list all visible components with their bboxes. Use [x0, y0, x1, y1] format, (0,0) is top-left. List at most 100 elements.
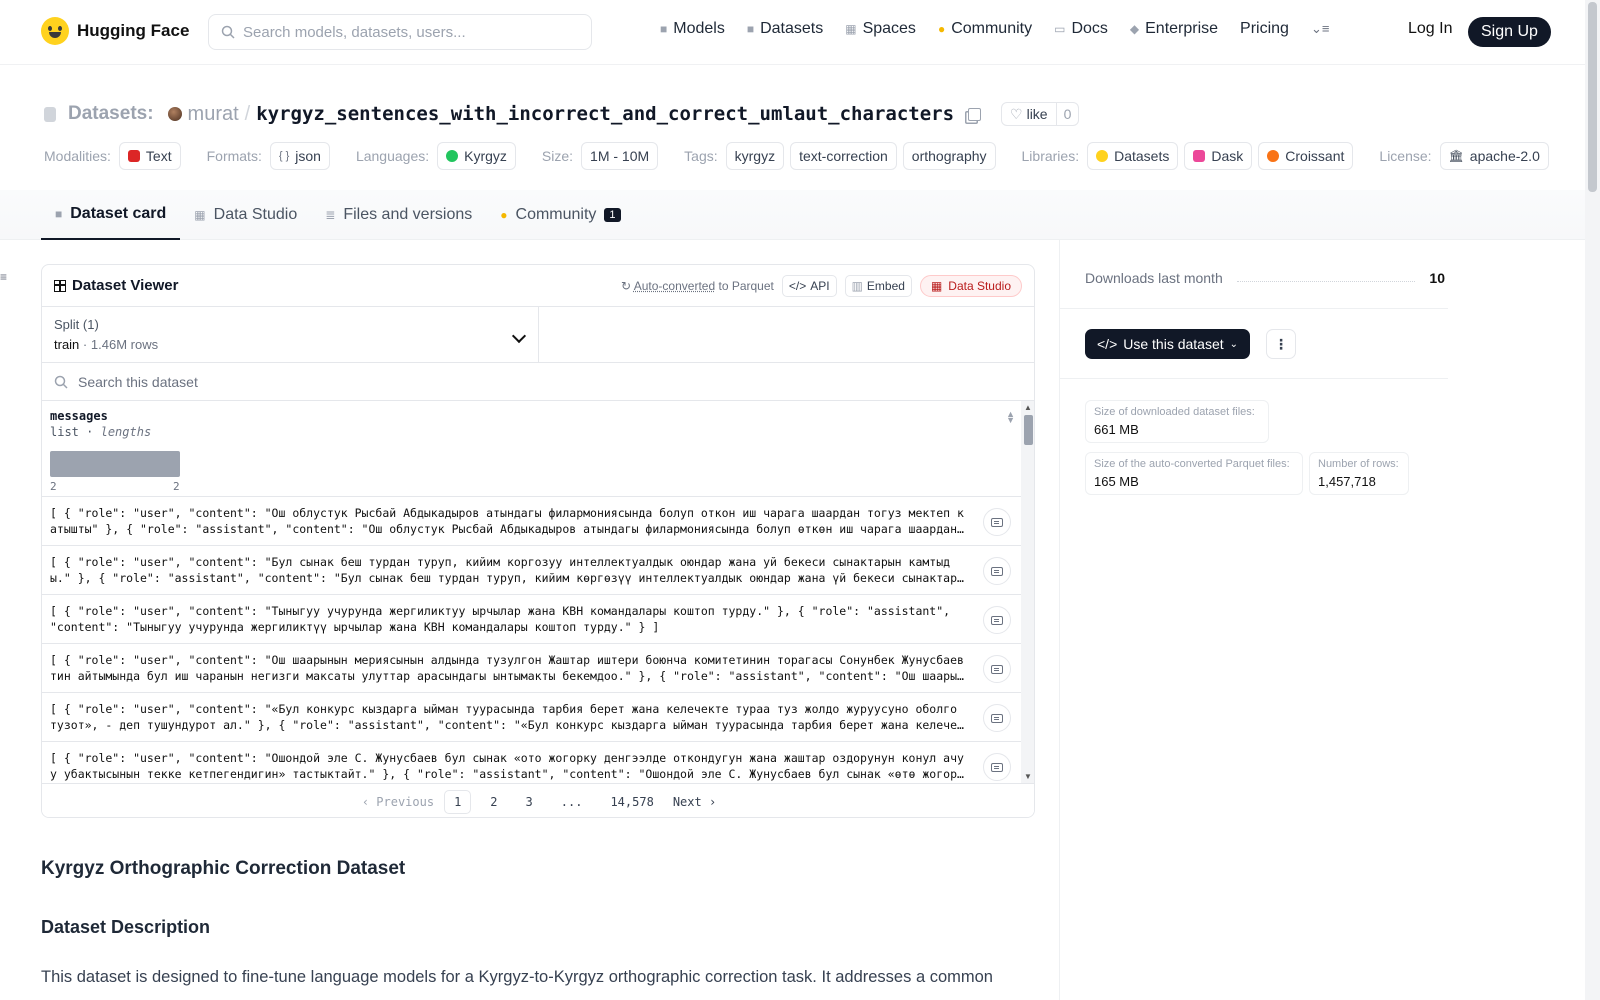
- histogram-min: 2: [50, 480, 57, 493]
- repo-name[interactable]: kyrgyz_sentences_with_incorrect_and_corr…: [256, 103, 954, 125]
- dataset-icon: [44, 106, 56, 122]
- split-rows: 1.46M rows: [90, 337, 159, 352]
- page-1[interactable]: 1: [444, 789, 472, 814]
- nav-docs[interactable]: ▭ Docs: [1054, 20, 1108, 38]
- brand-logo[interactable]: Hugging Face: [41, 17, 189, 45]
- tag-language-kyrgyz[interactable]: Kyrgyz: [437, 142, 516, 170]
- dataset-search[interactable]: [42, 363, 1034, 401]
- bank-icon: 🏛: [1448, 149, 1464, 163]
- scroll-up-icon[interactable]: ▲: [1024, 403, 1032, 412]
- license-label: License:: [1379, 148, 1432, 164]
- tag-library-datasets[interactable]: Datasets: [1087, 142, 1179, 170]
- tag-license[interactable]: 🏛 apache-2.0: [1439, 142, 1549, 170]
- tab-files-and-versions[interactable]: ≣ Files and versions: [311, 190, 486, 240]
- nav-more[interactable]: ⌄≡: [1311, 21, 1329, 37]
- downloads-label: Downloads last month: [1085, 270, 1223, 286]
- sort-icon[interactable]: ▲ ▼: [1006, 410, 1015, 425]
- tag-size[interactable]: 1M - 10M: [581, 142, 659, 170]
- tag-library-dask[interactable]: Dask: [1184, 142, 1253, 170]
- code-icon: </>: [1097, 336, 1118, 352]
- spaces-icon: ▦: [845, 22, 857, 36]
- copy-icon[interactable]: [968, 107, 982, 121]
- files-icon: ≣: [325, 208, 336, 222]
- page-2[interactable]: 2: [481, 791, 506, 813]
- main-nav: ■ Models ■ Datasets ▦ Spaces ● Community ▭ Do…: [660, 20, 1329, 38]
- code-icon: </>: [788, 278, 807, 293]
- tag-text-correction[interactable]: text-correction: [790, 142, 897, 170]
- row-detail-button[interactable]: [983, 508, 1011, 536]
- histogram-bar[interactable]: [50, 451, 180, 477]
- viewer-scrollbar[interactable]: ▲ ▼: [1021, 401, 1034, 783]
- owner-link[interactable]: murat: [188, 103, 239, 126]
- hugging-face-logo-icon: [41, 17, 69, 45]
- stat-number-of-rows: Number of rows: 1,457,718: [1309, 452, 1409, 495]
- docs-icon: ▭: [1054, 22, 1066, 36]
- global-search[interactable]: [208, 14, 592, 50]
- page-3[interactable]: 3: [517, 791, 542, 813]
- nav-spaces[interactable]: ▦ Spaces: [845, 20, 916, 38]
- tab-community[interactable]: ● Community 1: [486, 190, 634, 240]
- search-input[interactable]: [243, 23, 573, 41]
- page-last[interactable]: 14,578: [601, 791, 662, 813]
- data-studio-button[interactable]: ▦ Data Studio: [919, 274, 1022, 297]
- tag-modality-text[interactable]: Text: [118, 142, 181, 170]
- tag-format-json[interactable]: { } json: [269, 142, 330, 170]
- community-icon: ●: [500, 208, 508, 222]
- row-detail-button[interactable]: [983, 704, 1011, 732]
- next-page-button[interactable]: Next ›: [673, 795, 716, 809]
- enterprise-icon: ◆: [1129, 22, 1140, 36]
- tag-kyrgyz[interactable]: kyrgyz: [725, 142, 785, 170]
- api-button[interactable]: </> API: [781, 274, 837, 297]
- row-detail-button[interactable]: [983, 606, 1011, 634]
- comment-icon: [991, 762, 1003, 772]
- auto-converted-note[interactable]: ↻ Auto-converted to Parquet: [621, 279, 774, 293]
- nav-pricing[interactable]: Pricing: [1240, 20, 1289, 38]
- row-detail-button[interactable]: [983, 557, 1011, 585]
- hf-icon: [1096, 150, 1109, 162]
- owner-avatar: [167, 107, 182, 121]
- row-detail-button[interactable]: [983, 753, 1011, 781]
- card-heading: Kyrgyz Orthographic Correction Dataset: [41, 858, 406, 879]
- page-ellipsis: ...: [560, 794, 583, 809]
- scrollbar-thumb[interactable]: [1024, 415, 1033, 445]
- table-row[interactable]: [ { "role": "user", "content": "Ош шаары…: [42, 644, 1021, 693]
- nav-datasets[interactable]: ■ Datasets: [747, 20, 823, 38]
- like-button[interactable]: ♡ like 0: [1001, 102, 1080, 126]
- row-detail-button[interactable]: [983, 655, 1011, 683]
- downloads-value: 10: [1429, 270, 1445, 286]
- prev-page-button[interactable]: ‹ Previous: [362, 795, 434, 809]
- title-label[interactable]: Datasets:: [68, 103, 154, 125]
- table-row[interactable]: [ { "role": "user", "content": "«Бул кон…: [42, 693, 1021, 742]
- tab-data-studio[interactable]: ▦ Data Studio: [180, 190, 311, 240]
- page-scrollbar-thumb[interactable]: [1588, 2, 1597, 192]
- tag-orthography[interactable]: orthography: [902, 142, 996, 170]
- page-scrollbar[interactable]: [1585, 0, 1600, 1000]
- data-rows: [ { "role": "user", "content": "Ош облус…: [42, 497, 1021, 791]
- embed-button[interactable]: ▥ Embed: [844, 274, 912, 297]
- nav-enterprise[interactable]: ◆ Enterprise: [1130, 20, 1218, 38]
- signup-button[interactable]: Sign Up: [1468, 17, 1551, 47]
- model-icon: ■: [660, 22, 668, 36]
- nav-community[interactable]: ● Community: [938, 20, 1032, 38]
- use-this-dataset-button[interactable]: </> Use this dataset ⌄: [1085, 329, 1251, 359]
- more-options-button[interactable]: ⋮: [1266, 329, 1296, 359]
- row-cell: [ { "role": "user", "content": "Тыныгуу …: [50, 604, 951, 634]
- column-type: list: [50, 425, 79, 439]
- toc-toggle-icon[interactable]: ≡: [0, 270, 7, 284]
- table-row[interactable]: [ { "role": "user", "content": "Ош облус…: [42, 497, 1021, 546]
- nav-models[interactable]: ■ Models: [660, 20, 725, 38]
- tag-library-croissant[interactable]: Croissant: [1258, 142, 1354, 170]
- table-row[interactable]: [ { "role": "user", "content": "Тыныгуу …: [42, 595, 1021, 644]
- viewer-title: Dataset Viewer: [54, 277, 178, 294]
- embed-icon: ▥: [851, 278, 863, 293]
- login-link[interactable]: Log In: [1408, 20, 1452, 38]
- tab-dataset-card[interactable]: ■ Dataset card: [41, 190, 181, 240]
- dataset-search-input[interactable]: [78, 373, 978, 390]
- right-sidebar: Downloads last month 10 </> Use this data…: [1059, 240, 1585, 1000]
- scroll-down-icon[interactable]: ▼: [1024, 772, 1032, 781]
- column-type-separator: ·: [86, 425, 94, 439]
- table-row[interactable]: [ { "role": "user", "content": "Бул сына…: [42, 546, 1021, 595]
- split-selector[interactable]: Split (1) train · 1.46M rows: [42, 307, 539, 362]
- table-icon: ▦: [930, 278, 943, 293]
- column-header-messages[interactable]: messages list · lengths 2 2 ▲ ▼: [42, 401, 1021, 497]
